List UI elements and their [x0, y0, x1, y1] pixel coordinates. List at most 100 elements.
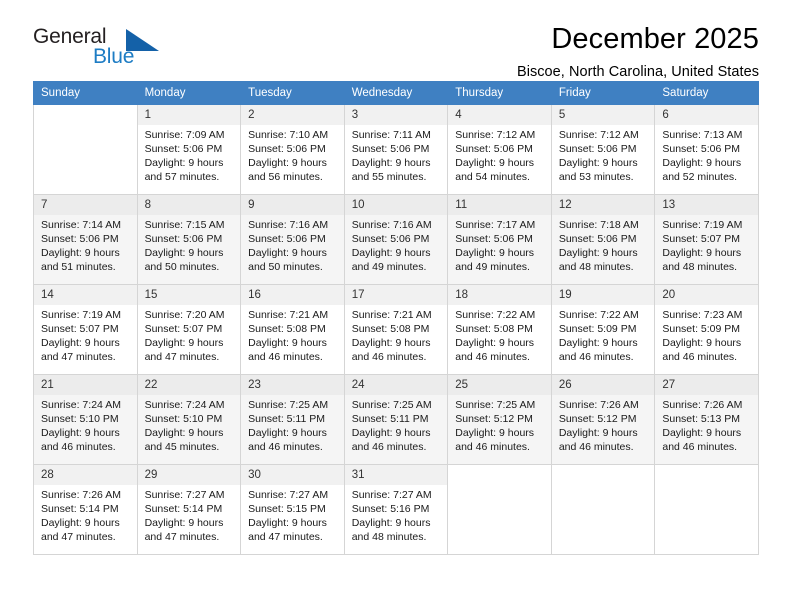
sunset-time: Sunset: 5:06 PM: [351, 233, 430, 245]
calendar-day-cell[interactable]: 13 Sunrise: 7:19 AM Sunset: 5:07 PM Dayligh…: [654, 194, 759, 285]
sunrise-time: Sunrise: 7:25 AM: [351, 399, 432, 411]
calendar-day-cell[interactable]: 11 Sunrise: 7:17 AM Sunset: 5:06 PM Dayligh…: [447, 194, 552, 285]
sunset-time: Sunset: 5:06 PM: [248, 143, 326, 155]
day-number: 15: [137, 285, 241, 305]
sunset-time: Sunset: 5:06 PM: [248, 233, 326, 245]
daylight-duration-line2: and 51 minutes.: [41, 261, 116, 273]
calendar-cell-empty: [654, 464, 759, 555]
sunset-time: Sunset: 5:10 PM: [144, 413, 223, 425]
calendar-day-cell[interactable]: 5 Sunrise: 7:12 AM Sunset: 5:06 PM Daylight…: [550, 104, 656, 195]
calendar-day-cell[interactable]: 15 Sunrise: 7:20 AM Sunset: 5:07 PM Dayligh…: [136, 284, 242, 375]
sunrise-time: Sunrise: 7:23 AM: [662, 309, 743, 321]
calendar-day-cell[interactable]: 3 Sunrise: 7:11 AM Sunset: 5:06 PM Daylight…: [343, 104, 449, 195]
daylight-duration-line2: and 45 minutes.: [144, 441, 220, 453]
calendar-day-cell[interactable]: 2 Sunrise: 7:10 AM Sunset: 5:06 PM Daylight…: [240, 104, 345, 195]
daylight-duration-line1: Daylight: 9 hours: [144, 157, 224, 169]
daylight-duration-line1: Daylight: 9 hours: [351, 337, 431, 349]
calendar-day-cell[interactable]: 20 Sunrise: 7:23 AM Sunset: 5:09 PM Dayligh…: [654, 284, 759, 375]
day-number: 22: [137, 375, 241, 395]
day-details: Sunrise: 7:09 AM Sunset: 5:06 PM Daylight:…: [138, 125, 241, 184]
sunset-time: Sunset: 5:07 PM: [662, 233, 741, 245]
sunrise-time: Sunrise: 7:25 AM: [455, 399, 536, 411]
calendar-day-cell[interactable]: 25 Sunrise: 7:25 AM Sunset: 5:12 PM Dayligh…: [447, 374, 552, 465]
daylight-duration-line1: Daylight: 9 hours: [248, 337, 327, 349]
calendar-day-cell[interactable]: 8 Sunrise: 7:15 AM Sunset: 5:06 PM Daylight…: [136, 194, 242, 285]
calendar-day-cell[interactable]: 9 Sunrise: 7:16 AM Sunset: 5:06 PM Daylight…: [240, 194, 345, 285]
daylight-duration-line1: Daylight: 9 hours: [41, 337, 120, 349]
daylight-duration-line2: and 46 minutes.: [351, 351, 427, 363]
day-details: Sunrise: 7:20 AM Sunset: 5:07 PM Daylight:…: [138, 305, 241, 364]
weekday-header-thursday: Thursday: [447, 81, 552, 105]
day-number: 26: [551, 375, 655, 395]
sunrise-time: Sunrise: 7:19 AM: [662, 219, 743, 231]
sunrise-time: Sunrise: 7:09 AM: [144, 129, 225, 141]
calendar-day-cell[interactable]: 28 Sunrise: 7:26 AM Sunset: 5:14 PM Dayligh…: [33, 464, 138, 555]
daylight-duration-line1: Daylight: 9 hours: [455, 247, 535, 259]
daylight-duration-line2: and 46 minutes.: [558, 441, 634, 453]
day-number: [448, 465, 551, 485]
weekday-header-sunday: Sunday: [33, 81, 138, 105]
daylight-duration-line2: and 46 minutes.: [248, 441, 323, 453]
sunset-time: Sunset: 5:08 PM: [351, 323, 430, 335]
day-number: 1: [137, 105, 241, 125]
daylight-duration-line1: Daylight: 9 hours: [144, 517, 224, 529]
day-details: Sunrise: 7:12 AM Sunset: 5:06 PM Daylight:…: [448, 125, 551, 184]
sunrise-time: Sunrise: 7:17 AM: [455, 219, 536, 231]
calendar-day-cell[interactable]: 29 Sunrise: 7:27 AM Sunset: 5:14 PM Dayligh…: [136, 464, 242, 555]
sunset-time: Sunset: 5:08 PM: [248, 323, 326, 335]
day-number: [655, 465, 758, 485]
daylight-duration-line1: Daylight: 9 hours: [144, 427, 224, 439]
daylight-duration-line2: and 46 minutes.: [455, 351, 530, 363]
sunrise-time: Sunrise: 7:24 AM: [41, 399, 121, 411]
sunrise-time: Sunrise: 7:15 AM: [144, 219, 225, 231]
calendar-body: 1 Sunrise: 7:09 AM Sunset: 5:06 PM Daylight…: [33, 104, 759, 555]
calendar-day-cell[interactable]: 7 Sunrise: 7:14 AM Sunset: 5:06 PM Daylight…: [33, 194, 138, 285]
sunset-time: Sunset: 5:12 PM: [455, 413, 533, 425]
sunrise-time: Sunrise: 7:19 AM: [41, 309, 121, 321]
calendar-cell-empty: [33, 104, 138, 195]
daylight-duration-line1: Daylight: 9 hours: [351, 427, 431, 439]
daylight-duration-line2: and 48 minutes.: [558, 261, 634, 273]
sunrise-time: Sunrise: 7:21 AM: [248, 309, 329, 321]
sunrise-time: Sunrise: 7:12 AM: [455, 129, 536, 141]
calendar-day-cell[interactable]: 1 Sunrise: 7:09 AM Sunset: 5:06 PM Daylight…: [136, 104, 242, 195]
day-details: Sunrise: 7:19 AM Sunset: 5:07 PM Daylight:…: [655, 215, 758, 274]
daylight-duration-line1: Daylight: 9 hours: [662, 337, 742, 349]
calendar-day-cell[interactable]: 17 Sunrise: 7:21 AM Sunset: 5:08 PM Dayligh…: [343, 284, 449, 375]
daylight-duration-line2: and 46 minutes.: [351, 441, 427, 453]
day-number: 25: [448, 375, 551, 395]
calendar-day-cell[interactable]: 19 Sunrise: 7:22 AM Sunset: 5:09 PM Dayligh…: [550, 284, 656, 375]
calendar-day-cell[interactable]: 26 Sunrise: 7:26 AM Sunset: 5:12 PM Dayligh…: [550, 374, 656, 465]
day-details: Sunrise: 7:11 AM Sunset: 5:06 PM Daylight:…: [345, 125, 448, 184]
sunrise-time: Sunrise: 7:21 AM: [351, 309, 432, 321]
calendar-day-cell[interactable]: 4 Sunrise: 7:12 AM Sunset: 5:06 PM Daylight…: [447, 104, 552, 195]
day-details: Sunrise: 7:14 AM Sunset: 5:06 PM Daylight:…: [34, 215, 137, 274]
calendar-day-cell[interactable]: 24 Sunrise: 7:25 AM Sunset: 5:11 PM Dayligh…: [343, 374, 449, 465]
day-details: Sunrise: 7:21 AM Sunset: 5:08 PM Daylight:…: [241, 305, 344, 364]
sunset-time: Sunset: 5:09 PM: [558, 323, 637, 335]
calendar-page: General Blue December 2025 Biscoe, North…: [0, 0, 792, 612]
sunrise-time: Sunrise: 7:27 AM: [248, 489, 329, 501]
daylight-duration-line2: and 46 minutes.: [558, 351, 634, 363]
daylight-duration-line2: and 50 minutes.: [248, 261, 323, 273]
calendar-day-cell[interactable]: 30 Sunrise: 7:27 AM Sunset: 5:15 PM Dayligh…: [240, 464, 345, 555]
calendar-day-cell[interactable]: 21 Sunrise: 7:24 AM Sunset: 5:10 PM Dayligh…: [33, 374, 138, 465]
daylight-duration-line2: and 47 minutes.: [41, 531, 116, 543]
sunset-time: Sunset: 5:09 PM: [662, 323, 741, 335]
calendar-week-row: 7 Sunrise: 7:14 AM Sunset: 5:06 PM Daylight…: [33, 194, 759, 285]
calendar-day-cell[interactable]: 27 Sunrise: 7:26 AM Sunset: 5:13 PM Dayligh…: [654, 374, 759, 465]
calendar-day-cell[interactable]: 18 Sunrise: 7:22 AM Sunset: 5:08 PM Dayligh…: [447, 284, 552, 375]
calendar-day-cell[interactable]: 23 Sunrise: 7:25 AM Sunset: 5:11 PM Dayligh…: [240, 374, 345, 465]
calendar-day-cell[interactable]: 14 Sunrise: 7:19 AM Sunset: 5:07 PM Dayligh…: [33, 284, 138, 375]
calendar-day-cell[interactable]: 31 Sunrise: 7:27 AM Sunset: 5:16 PM Dayligh…: [343, 464, 449, 555]
calendar-day-cell[interactable]: 16 Sunrise: 7:21 AM Sunset: 5:08 PM Dayligh…: [240, 284, 345, 375]
sunrise-time: Sunrise: 7:26 AM: [662, 399, 743, 411]
calendar-day-cell[interactable]: 22 Sunrise: 7:24 AM Sunset: 5:10 PM Dayligh…: [136, 374, 242, 465]
calendar-day-cell[interactable]: 12 Sunrise: 7:18 AM Sunset: 5:06 PM Dayligh…: [550, 194, 656, 285]
day-details: [34, 125, 137, 128]
calendar-day-cell[interactable]: 6 Sunrise: 7:13 AM Sunset: 5:06 PM Daylight…: [654, 104, 759, 195]
sunrise-sunset-calendar: Sunday Monday Tuesday Wednesday Thursday Frid…: [33, 81, 759, 555]
day-number: 6: [655, 105, 758, 125]
calendar-day-cell[interactable]: 10 Sunrise: 7:16 AM Sunset: 5:06 PM Dayligh…: [343, 194, 449, 285]
daylight-duration-line1: Daylight: 9 hours: [455, 427, 535, 439]
